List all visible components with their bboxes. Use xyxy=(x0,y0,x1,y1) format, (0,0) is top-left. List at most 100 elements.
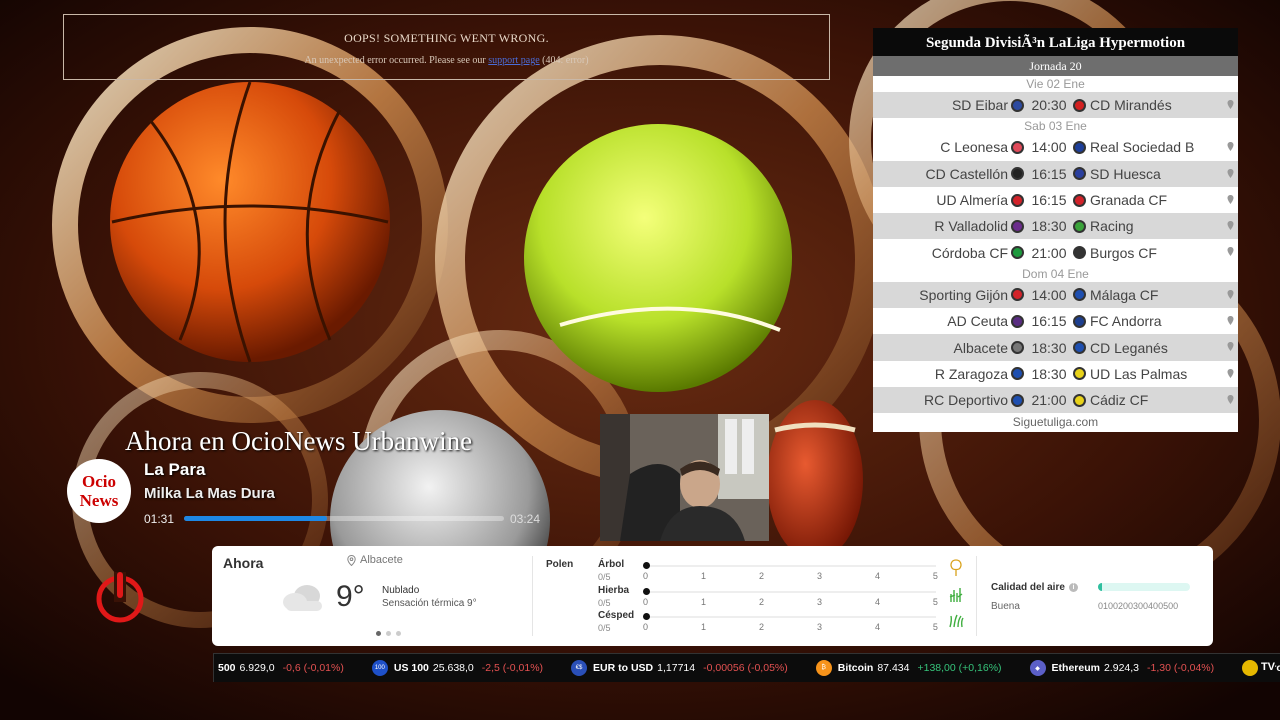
pollen-scale-tick: 2 xyxy=(758,596,764,607)
location-pin-icon[interactable] xyxy=(1227,194,1234,204)
ticker-item[interactable]: €$ EUR to USD 1,17714 -0,00056 (-0,05%) xyxy=(571,660,788,676)
asset-price: 25.638,0 xyxy=(432,662,474,674)
power-button[interactable] xyxy=(95,568,145,624)
pollen-type: Césped xyxy=(598,610,635,621)
home-team: R Zaragoza xyxy=(934,365,1008,382)
pollen-scale-tick: 3 xyxy=(816,571,822,581)
polen-label: Polen xyxy=(546,559,574,570)
match-row[interactable]: Córdoba CF 21:00 Burgos CF xyxy=(873,239,1238,266)
weather-location[interactable]: Albacete xyxy=(347,554,403,566)
away-team: Cádiz CF xyxy=(1090,392,1149,409)
match-time: 16:15 xyxy=(1031,313,1067,330)
asset-change: +138,00 (+0,16%) xyxy=(917,662,1002,674)
away-team-crest-icon xyxy=(1073,393,1086,407)
location-pin-icon[interactable] xyxy=(1227,342,1234,352)
pollen-scale: 0 1 2 3 4 5 xyxy=(643,571,938,581)
home-team-crest-icon xyxy=(1011,246,1024,260)
asset-price: 2.924,3 xyxy=(1103,662,1140,674)
home-team: CD Castellón xyxy=(925,165,1008,182)
match-row[interactable]: Sporting Gijón 14:00 Málaga CF xyxy=(873,281,1238,309)
carousel-dot[interactable] xyxy=(396,631,401,636)
away-team: Real Sociedad B xyxy=(1090,139,1195,156)
away-team: Racing xyxy=(1090,218,1134,235)
away-team-crest-icon xyxy=(1073,288,1086,302)
webcam-image xyxy=(600,414,769,541)
asset-name: Ethereum xyxy=(1051,662,1100,674)
location-pin-icon[interactable] xyxy=(1227,316,1234,326)
match-row[interactable]: Albacete 18:30 CD Leganés xyxy=(873,334,1238,361)
away-team-crest-icon xyxy=(1073,367,1086,381)
ticker-item[interactable]: 100 US 100 25.638,0 -2,5 (-0,01%) xyxy=(371,660,543,676)
pollen-scale-tick: 1 xyxy=(700,622,706,632)
support-page-link[interactable]: support page xyxy=(488,55,539,66)
air-quality-bar xyxy=(1098,583,1190,591)
asset-price: 6.929,0 xyxy=(239,662,275,674)
home-team-crest-icon xyxy=(1011,393,1024,407)
pollen-scale-tick: 4 xyxy=(874,571,880,581)
match-row[interactable]: CD Castellón 16:15 SD Huesca xyxy=(873,160,1238,187)
location-pin-icon[interactable] xyxy=(1227,394,1234,404)
air-quality-title: Calidad del aire xyxy=(991,582,1065,593)
match-day-label: Sab 03 Ene xyxy=(873,118,1238,135)
location-pin-icon[interactable] xyxy=(1227,368,1234,378)
match-day-label: Vie 02 Ene xyxy=(873,76,1238,92)
away-team-crest-icon xyxy=(1073,341,1086,355)
logo-text-ocio: Ocio xyxy=(82,472,116,491)
asset-name: EUR to USD xyxy=(593,662,654,674)
asset-change: -0,00056 (-0,05%) xyxy=(703,662,788,674)
current-time: 01:31 xyxy=(144,512,175,526)
pollen-score: 0/5 xyxy=(598,597,611,608)
match-row[interactable]: R Zaragoza 18:30 UD Las Palmas xyxy=(873,360,1238,387)
home-team: AD Ceuta xyxy=(947,313,1008,330)
liga-footer-link[interactable]: Siguetuliga.com xyxy=(873,413,1238,433)
ticker-item[interactable]: 500 6.929,0 -0,6 (-0,01%) xyxy=(218,662,344,674)
home-team: Albacete xyxy=(953,339,1008,356)
home-team: Sporting Gijón xyxy=(919,286,1008,303)
ticker-item[interactable]: ◆ Ethereum 2.924,3 -1,30 (-0,04%) xyxy=(1029,660,1214,676)
away-team-crest-icon xyxy=(1073,98,1086,112)
fixtures-list: Vie 02 Ene SD Eibar 20:30 CD Mirandés Sab 03… xyxy=(873,76,1238,414)
location-pin-icon[interactable] xyxy=(1227,221,1234,231)
away-team: CD Mirandés xyxy=(1090,97,1172,114)
carousel-dot[interactable] xyxy=(376,631,381,636)
weather-widget: Ahora Albacete 9° Nublado Sensación térm… xyxy=(212,546,1213,646)
asset-name: 500 xyxy=(218,662,236,674)
away-team: SD Huesca xyxy=(1090,165,1161,182)
asset-icon: ◆ xyxy=(1029,660,1046,676)
match-time: 18:30 xyxy=(1031,365,1067,382)
match-row[interactable]: C Leonesa 14:00 Real Sociedad B xyxy=(873,134,1238,161)
webcam-feed xyxy=(600,414,769,541)
carousel-dot[interactable] xyxy=(386,631,391,636)
location-pin-icon[interactable] xyxy=(1227,168,1234,178)
tradingview-logo[interactable]: TV xyxy=(1257,661,1275,673)
location-pin-icon[interactable] xyxy=(1227,289,1234,299)
match-row[interactable]: RC Deportivo 21:00 Cádiz CF xyxy=(873,386,1238,414)
home-team: R Valladolid xyxy=(934,218,1008,235)
match-row[interactable]: R Valladolid 18:30 Racing xyxy=(873,213,1238,240)
pollen-level-marker xyxy=(643,587,650,595)
location-pin-icon[interactable] xyxy=(1227,142,1234,152)
ticker-item[interactable]: ₿ Bitcoin 87.434 +138,00 (+0,16%) xyxy=(815,660,1002,676)
location-pin-icon[interactable] xyxy=(1227,247,1234,257)
location-pin-icon[interactable] xyxy=(1227,100,1234,109)
asset-icon: €$ xyxy=(571,660,588,676)
pollen-track xyxy=(646,565,936,567)
match-row[interactable]: AD Ceuta 16:15 FC Andorra xyxy=(873,308,1238,335)
carousel-dots[interactable] xyxy=(376,631,401,636)
pollen-scale-tick: 1 xyxy=(700,571,706,581)
air-quality-value: Buena xyxy=(991,601,1020,612)
pollen-scale-tick: 1 xyxy=(700,596,706,607)
pollen-scale: 0 1 2 3 4 5 xyxy=(643,622,938,632)
match-time: 20:30 xyxy=(1031,97,1067,114)
match-row[interactable]: UD Almería 16:15 Granada CF xyxy=(873,186,1238,214)
progress-bar[interactable] xyxy=(184,516,504,521)
match-time: 16:15 xyxy=(1031,192,1067,209)
match-row[interactable]: SD Eibar 20:30 CD Mirandés xyxy=(873,92,1238,119)
info-icon[interactable]: i xyxy=(1068,583,1078,592)
liga-fixtures-widget: Segunda DivisiÃ³n LaLiga Hypermotion Jor… xyxy=(873,28,1238,433)
match-time: 18:30 xyxy=(1031,218,1067,235)
pollen-row: Hierba 0/5 0 1 2 3 4 5 xyxy=(598,585,963,610)
away-team: Málaga CF xyxy=(1090,286,1159,303)
feels-like: Sensación térmica 9° xyxy=(382,598,477,609)
progress-fill xyxy=(184,516,327,521)
